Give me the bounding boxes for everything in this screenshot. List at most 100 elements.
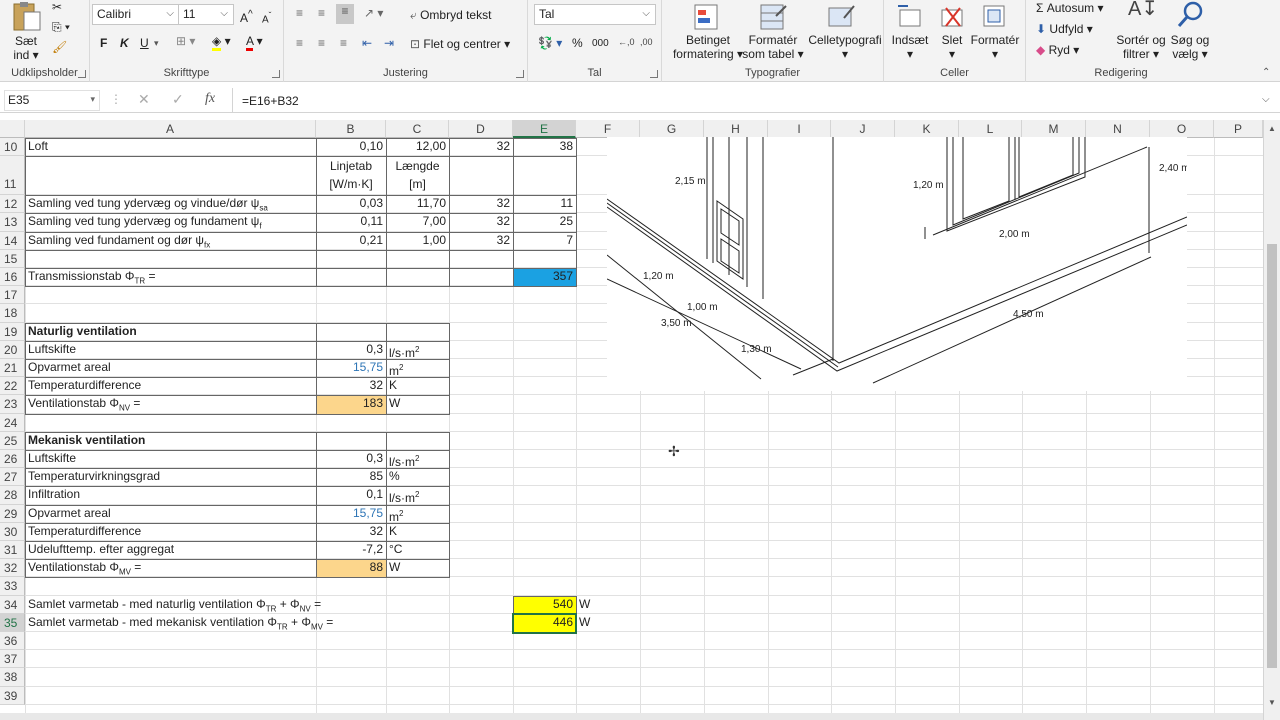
- column-header[interactable]: H: [704, 120, 768, 138]
- row-header[interactable]: 38: [0, 668, 25, 687]
- linjetab-cell[interactable]: 0,11: [316, 213, 386, 230]
- column-header[interactable]: O: [1150, 120, 1214, 138]
- decrease-font-icon[interactable]: Aˇ: [262, 8, 271, 27]
- copy-icon[interactable]: ⎘ ▾: [52, 20, 70, 34]
- align-top-icon[interactable]: ≡: [296, 6, 303, 20]
- increase-indent-icon[interactable]: ⇥: [384, 36, 394, 50]
- row-header[interactable]: 35: [0, 613, 25, 632]
- row-header[interactable]: 20: [0, 340, 25, 359]
- insert-function-icon[interactable]: fx: [205, 92, 215, 106]
- row-header[interactable]: 13: [0, 213, 25, 232]
- label-cell[interactable]: Opvarmet areal: [25, 359, 316, 376]
- value-cell[interactable]: 15,75: [316, 505, 386, 522]
- row-header[interactable]: 29: [0, 504, 25, 523]
- value-cell[interactable]: 32: [316, 523, 386, 540]
- enter-icon[interactable]: ✓: [172, 92, 184, 106]
- format-as-table-button[interactable]: Formatér som tabel ▾: [740, 33, 806, 61]
- row-header[interactable]: 11: [0, 156, 25, 196]
- align-left-icon[interactable]: ≡: [296, 36, 303, 50]
- value-cell[interactable]: 0,3: [316, 450, 386, 467]
- row-header[interactable]: 19: [0, 322, 25, 341]
- conditional-formatting-button[interactable]: Betinget formatering ▾: [668, 33, 748, 61]
- value-cell[interactable]: 88: [316, 559, 386, 576]
- border-icon[interactable]: ⊞ ▾: [176, 34, 195, 48]
- column-header[interactable]: G: [640, 120, 704, 138]
- value-cell[interactable]: 15,75: [316, 359, 386, 376]
- align-bottom-icon[interactable]: ≡: [336, 4, 354, 24]
- cell-styles-button[interactable]: Celletypografi ▾: [806, 33, 884, 61]
- result-cell[interactable]: 11: [513, 195, 576, 212]
- value-cell[interactable]: -7,2: [316, 541, 386, 558]
- label-cell[interactable]: Infiltration: [25, 486, 316, 503]
- underline-button[interactable]: U: [140, 36, 149, 50]
- increase-decimal-icon[interactable]: ←,0: [618, 35, 635, 49]
- paste-button[interactable]: Sæt ind ▾: [10, 34, 42, 62]
- align-right-icon[interactable]: ≡: [340, 36, 347, 50]
- total-result-cell[interactable]: 446: [513, 614, 576, 631]
- column-header[interactable]: M: [1022, 120, 1086, 138]
- column-header[interactable]: A: [25, 120, 316, 138]
- row-header[interactable]: 18: [0, 304, 25, 323]
- font-color-icon[interactable]: A ▾: [246, 34, 263, 51]
- header-cell[interactable]: [W/m·K]: [316, 176, 386, 193]
- label-cell[interactable]: Udelufttemp. efter aggregat: [25, 541, 316, 558]
- format-cells-button[interactable]: Formatér ▾: [968, 33, 1022, 61]
- linjetab-cell[interactable]: 0,03: [316, 195, 386, 212]
- linjetab-cell[interactable]: 0,21: [316, 232, 386, 249]
- expand-formula-icon[interactable]: ⌵: [1262, 93, 1270, 107]
- column-header[interactable]: N: [1086, 120, 1150, 138]
- horizontal-scrollbar[interactable]: [0, 713, 1263, 720]
- unit-cell[interactable]: %: [386, 468, 449, 485]
- font-size-select[interactable]: 11 ⌵: [178, 4, 234, 25]
- row-header[interactable]: 34: [0, 595, 25, 614]
- section-title[interactable]: Mekanisk ventilation: [25, 432, 316, 449]
- column-header[interactable]: J: [831, 120, 895, 138]
- total-label-cell[interactable]: Samlet varmetab - med mekanisk ventilati…: [25, 614, 505, 635]
- column-header[interactable]: F: [576, 120, 640, 138]
- label-cell[interactable]: Ventilationstab ΦNV =: [25, 395, 316, 416]
- unit-cell[interactable]: °C: [386, 541, 449, 558]
- label-cell[interactable]: Loft: [25, 138, 316, 155]
- column-header[interactable]: K: [895, 120, 959, 138]
- column-header[interactable]: L: [959, 120, 1022, 138]
- align-middle-icon[interactable]: ≡: [318, 6, 325, 20]
- row-header[interactable]: 30: [0, 522, 25, 541]
- increase-font-icon[interactable]: A^: [240, 8, 253, 25]
- value-cell[interactable]: 0,1: [316, 486, 386, 503]
- decrease-indent-icon[interactable]: ⇤: [362, 36, 372, 50]
- row-header[interactable]: 33: [0, 577, 25, 596]
- select-all-corner[interactable]: [0, 120, 25, 138]
- font-name-select[interactable]: Calibri ⌵: [92, 4, 180, 25]
- tempdiff-cell[interactable]: 32: [449, 195, 513, 212]
- row-header[interactable]: 21: [0, 359, 25, 378]
- label-cell[interactable]: Opvarmet areal: [25, 505, 316, 522]
- clear-button[interactable]: ◆ Ryd ▾: [1036, 43, 1079, 57]
- row-header[interactable]: 32: [0, 559, 25, 578]
- percent-button[interactable]: %: [572, 36, 583, 50]
- section-title[interactable]: Naturlig ventilation: [25, 323, 316, 340]
- row-header[interactable]: 22: [0, 377, 25, 396]
- length-cell[interactable]: 7,00: [386, 213, 449, 230]
- linjetab-cell[interactable]: 0,10: [316, 138, 386, 155]
- label-cell[interactable]: Samling ved fundament og dør ψfx: [25, 232, 316, 253]
- row-header[interactable]: 15: [0, 249, 25, 268]
- row-header[interactable]: 27: [0, 468, 25, 487]
- column-header[interactable]: I: [768, 120, 831, 138]
- formula-input[interactable]: =E16+B32: [242, 94, 299, 108]
- align-center-icon[interactable]: ≡: [318, 36, 325, 50]
- value-cell[interactable]: 32: [316, 377, 386, 394]
- value-cell[interactable]: 183: [316, 395, 386, 412]
- column-header[interactable]: P: [1214, 120, 1263, 138]
- label-cell[interactable]: Temperaturvirkningsgrad: [25, 468, 316, 485]
- row-header[interactable]: 39: [0, 686, 25, 705]
- currency-icon[interactable]: 💱 ▾: [538, 36, 562, 50]
- thousands-button[interactable]: 000: [592, 37, 609, 51]
- row-header[interactable]: 36: [0, 632, 25, 651]
- row-header[interactable]: 28: [0, 486, 25, 505]
- row-header[interactable]: 14: [0, 231, 25, 250]
- column-header[interactable]: B: [316, 120, 386, 138]
- transmission-result-cell[interactable]: 357: [513, 268, 576, 285]
- orientation-icon[interactable]: ↗ ▾: [364, 6, 383, 20]
- header-cell[interactable]: Linjetab: [316, 158, 386, 175]
- unit-cell[interactable]: W: [576, 614, 640, 631]
